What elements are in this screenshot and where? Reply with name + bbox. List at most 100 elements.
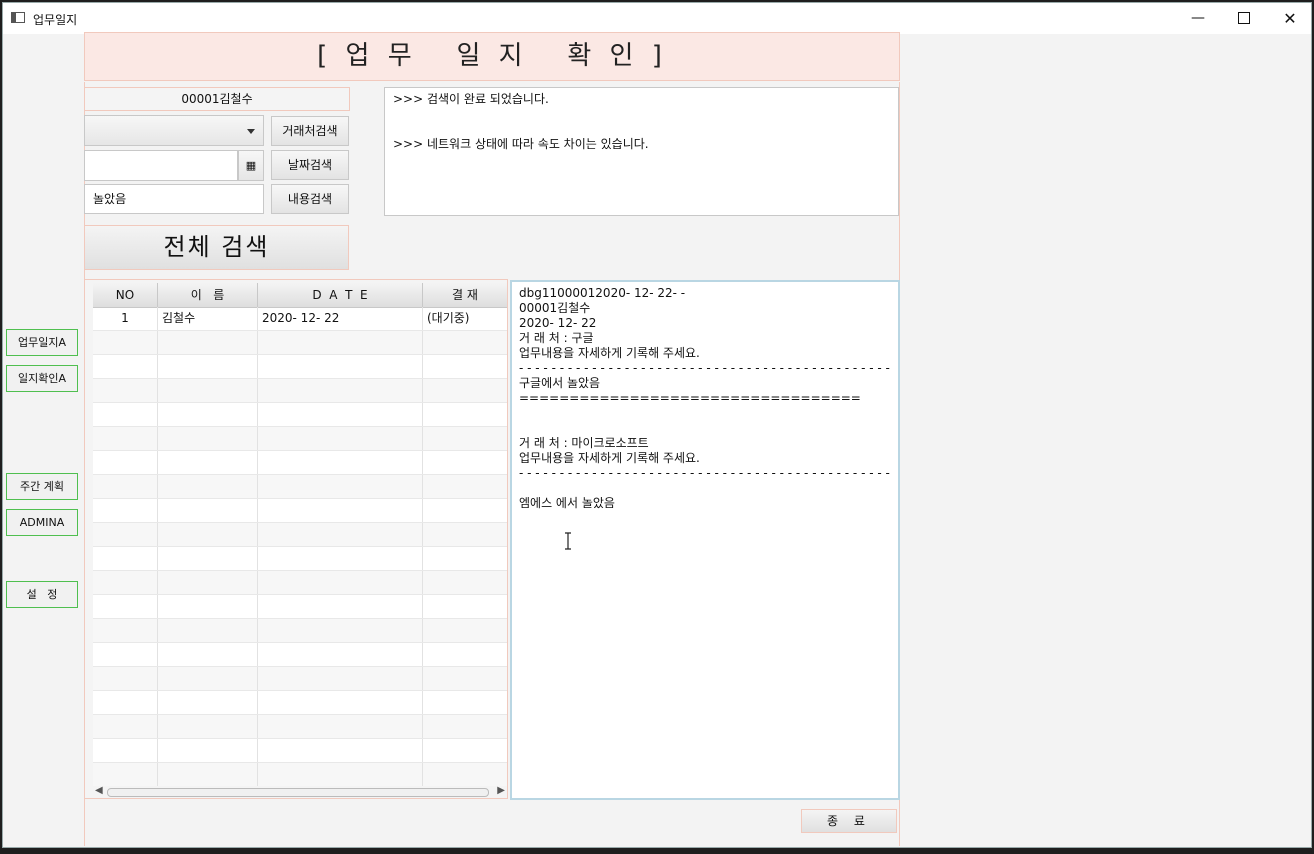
table-cell-empty — [158, 475, 258, 498]
table-cell-empty — [93, 379, 158, 402]
detail-line: 구글에서 놀았음 — [519, 376, 601, 390]
table-row-empty[interactable] — [93, 379, 507, 403]
sidebar-button-admin[interactable]: ADMINA — [6, 509, 78, 536]
detail-line: - - - - - - - - - - - - - - - - - - - - … — [519, 466, 891, 480]
table-cell-empty — [423, 619, 507, 642]
table-cell-empty — [423, 403, 507, 426]
table-cell-empty — [158, 667, 258, 690]
table-cell-empty — [258, 643, 423, 666]
status-log: >>> 검색이 완료 되었습니다. >>> 네트워크 상태에 따라 속도 차이는… — [384, 87, 899, 216]
table-cell-empty — [423, 547, 507, 570]
table-row-empty[interactable] — [93, 355, 507, 379]
cell-name: 김철수 — [158, 307, 258, 330]
minimize-icon[interactable]: — — [1175, 3, 1221, 34]
column-header-date[interactable]: D A T E — [258, 283, 423, 307]
table-cell-empty — [258, 547, 423, 570]
table-cell-empty — [158, 691, 258, 714]
table-cell-empty — [258, 379, 423, 402]
sidebar-button-log-check[interactable]: 일지확인A — [6, 365, 78, 392]
table-row-empty[interactable] — [93, 619, 507, 643]
exit-button[interactable]: 종 료 — [801, 809, 897, 833]
column-header-no[interactable]: NO — [93, 283, 158, 307]
sidebar-button-weekly-plan[interactable]: 주간 계획 — [6, 473, 78, 500]
table-row-empty[interactable] — [93, 739, 507, 763]
table-cell-empty — [93, 547, 158, 570]
date-field[interactable] — [84, 150, 238, 181]
column-header-status[interactable]: 결 재 — [423, 283, 507, 307]
table-row-empty[interactable] — [93, 571, 507, 595]
user-label: 00001김철수 — [84, 87, 350, 111]
text-cursor-icon — [565, 532, 571, 550]
close-icon[interactable]: ✕ — [1267, 3, 1313, 34]
table-row-empty[interactable] — [93, 499, 507, 523]
table-cell-empty — [258, 451, 423, 474]
table-cell-empty — [423, 499, 507, 522]
table-row-empty[interactable] — [93, 331, 507, 355]
table-cell-empty — [258, 571, 423, 594]
table-cell-empty — [158, 571, 258, 594]
table-cell-empty — [258, 619, 423, 642]
column-header-name[interactable]: 이 름 — [158, 283, 258, 307]
table-row-empty[interactable] — [93, 403, 507, 427]
table-cell-empty — [423, 763, 507, 786]
table-cell-empty — [93, 763, 158, 786]
table-cell-empty — [423, 643, 507, 666]
log-line: >>> 네트워크 상태에 따라 속도 차이는 있습니다. — [393, 137, 649, 151]
sidebar-button-settings[interactable]: 설 정 — [6, 581, 78, 608]
table-cell-empty — [93, 571, 158, 594]
table-cell-empty — [258, 427, 423, 450]
table-cell-empty — [158, 739, 258, 762]
date-search-button[interactable]: 날짜검색 — [271, 150, 349, 180]
page-title: [ 업 무 일 지 확 인 ] — [317, 41, 667, 71]
table-cell-empty — [158, 643, 258, 666]
table-cell-empty — [423, 451, 507, 474]
content-search-button[interactable]: 내용검색 — [271, 184, 349, 214]
all-search-button[interactable]: 전체 검색 — [84, 225, 349, 270]
client-combo[interactable] — [84, 115, 264, 146]
table-header: NO 이 름 D A T E 결 재 — [93, 283, 507, 308]
scroll-thumb[interactable] — [107, 788, 489, 797]
detail-line: - - - - - - - - - - - - - - - - - - - - … — [519, 361, 891, 375]
table-row-empty[interactable] — [93, 451, 507, 475]
table-cell-empty — [423, 691, 507, 714]
scroll-left-icon[interactable]: ◀ — [95, 785, 103, 796]
detail-line: 00001김철수 — [519, 301, 591, 315]
table-cell-empty — [93, 403, 158, 426]
sidebar-button-work-log[interactable]: 업무일지A — [6, 329, 78, 356]
table-cell-empty — [423, 739, 507, 762]
detail-line: 업무내용을 자세하게 기록해 주세요. — [519, 451, 700, 465]
scroll-right-icon[interactable]: ▶ — [497, 785, 505, 796]
table-cell-empty — [423, 331, 507, 354]
table-cell-empty — [93, 619, 158, 642]
detail-line: dbg11000012020- 12- 22- - — [519, 286, 686, 300]
app-icon — [11, 12, 25, 23]
table-row-empty[interactable] — [93, 763, 507, 787]
table-row-empty[interactable] — [93, 667, 507, 691]
table-row-empty[interactable] — [93, 523, 507, 547]
table-cell-empty — [423, 571, 507, 594]
maximize-icon[interactable] — [1221, 3, 1267, 34]
detail-line: 거 래 처 : 마이크로소프트 — [519, 436, 649, 450]
table-row-empty[interactable] — [93, 475, 507, 499]
table-cell-empty — [93, 331, 158, 354]
table-row[interactable]: 1 김철수 2020- 12- 22 (대기중) — [93, 307, 507, 331]
log-line: >>> 검색이 완료 되었습니다. — [393, 92, 549, 106]
table-cell-empty — [423, 667, 507, 690]
table-hscrollbar[interactable]: ◀ ▶ — [93, 785, 507, 798]
table-row-empty[interactable] — [93, 547, 507, 571]
table-row-empty[interactable] — [93, 427, 507, 451]
table-cell-empty — [423, 595, 507, 618]
table-row-empty[interactable] — [93, 643, 507, 667]
table-cell-empty — [93, 595, 158, 618]
table-cell-empty — [158, 451, 258, 474]
table-row-empty[interactable] — [93, 595, 507, 619]
content-field[interactable]: 놀았음 — [84, 184, 264, 214]
table-cell-empty — [93, 499, 158, 522]
chevron-down-icon — [247, 129, 255, 134]
table-cell-empty — [258, 331, 423, 354]
table-row-empty[interactable] — [93, 691, 507, 715]
table-cell-empty — [258, 403, 423, 426]
calendar-icon[interactable]: ▦ — [238, 150, 264, 181]
table-row-empty[interactable] — [93, 715, 507, 739]
client-search-button[interactable]: 거래처검색 — [271, 116, 349, 146]
